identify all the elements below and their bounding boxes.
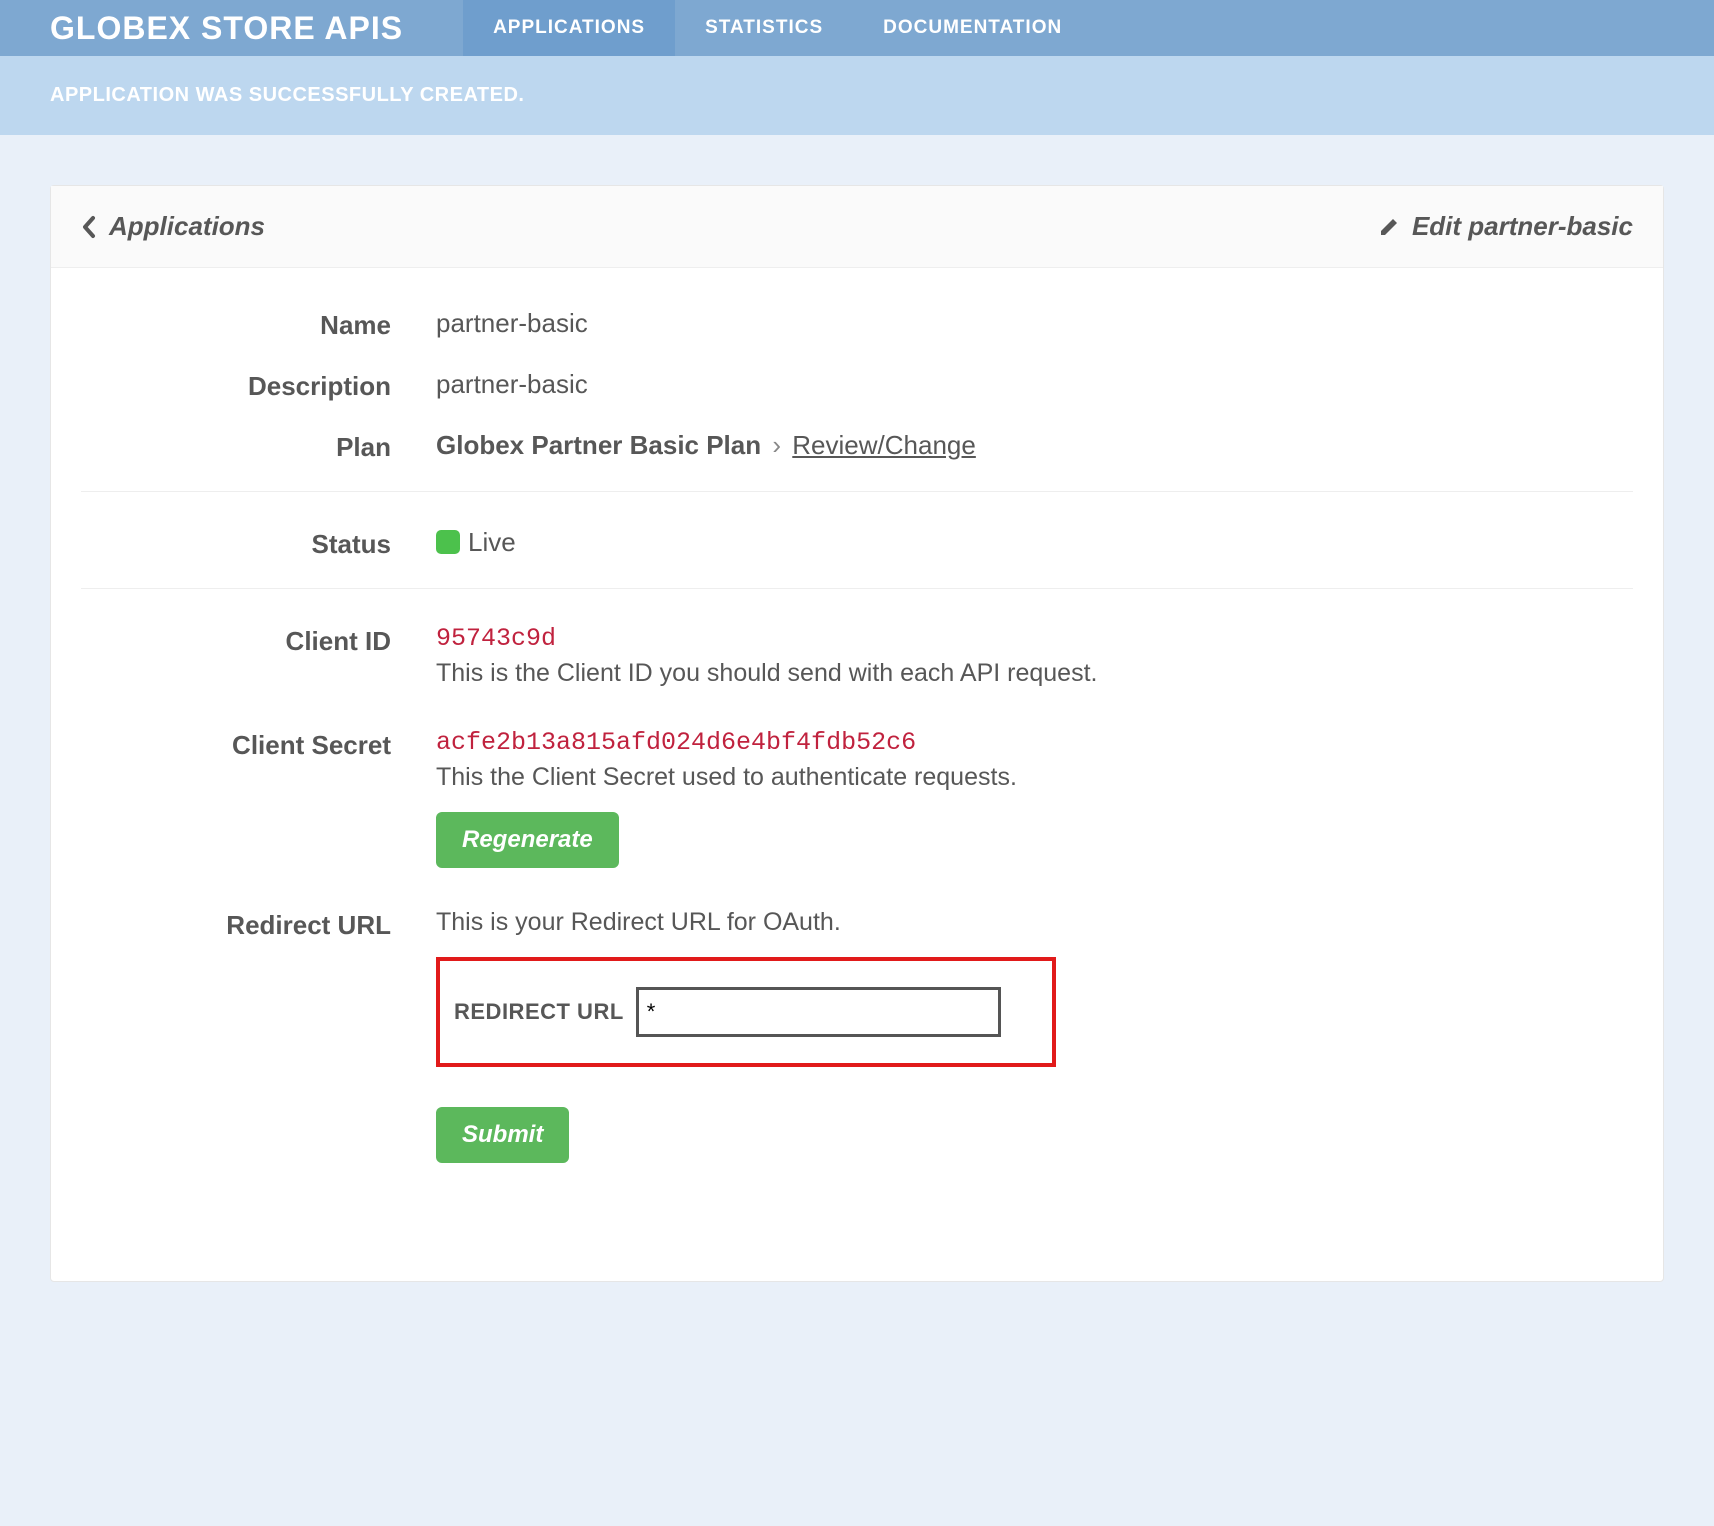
status-indicator-icon [436, 530, 460, 554]
plan-review-change-link[interactable]: Review/Change [792, 430, 976, 460]
pencil-icon [1378, 216, 1400, 238]
plan-label: Plan [81, 430, 436, 463]
plan-value: Globex Partner Basic Plan [436, 430, 761, 460]
back-link-label: Applications [109, 211, 265, 242]
description-label: Description [81, 369, 436, 402]
edit-application-link[interactable]: Edit partner-basic [1378, 211, 1633, 242]
regenerate-button[interactable]: Regenerate [436, 812, 619, 868]
submit-button[interactable]: Submit [436, 1107, 569, 1163]
client-secret-value: acfe2b13a815afd024d6e4bf4fdb52c6 [436, 728, 1633, 757]
redirect-url-input[interactable] [636, 987, 1001, 1037]
application-panel: Applications Edit partner-basic Name par… [50, 185, 1664, 1282]
name-value: partner-basic [436, 308, 1633, 339]
client-id-value: 95743c9d [436, 624, 1633, 653]
redirect-url-highlight: REDIRECT URL [436, 957, 1056, 1067]
status-value: Live [468, 527, 516, 557]
client-secret-hint: This the Client Secret used to authentic… [436, 763, 1633, 792]
client-secret-label: Client Secret [81, 728, 436, 761]
chevron-left-icon [81, 215, 97, 239]
divider [81, 491, 1633, 492]
brand-title: GLOBEX STORE APIS [50, 10, 403, 47]
redirect-url-hint: This is your Redirect URL for OAuth. [436, 908, 1633, 937]
top-nav: GLOBEX STORE APIS APPLICATIONS STATISTIC… [0, 0, 1714, 56]
nav-tabs: APPLICATIONS STATISTICS DOCUMENTATION [463, 0, 1092, 56]
tab-statistics[interactable]: STATISTICS [675, 0, 853, 56]
client-id-hint: This is the Client ID you should send wi… [436, 659, 1633, 688]
redirect-url-input-label: REDIRECT URL [454, 999, 624, 1025]
flash-message: APPLICATION WAS SUCCESSFULLY CREATED. [0, 56, 1714, 135]
divider [81, 588, 1633, 589]
name-label: Name [81, 308, 436, 341]
tab-applications[interactable]: APPLICATIONS [463, 0, 675, 56]
description-value: partner-basic [436, 369, 1633, 400]
status-label: Status [81, 527, 436, 560]
client-id-label: Client ID [81, 624, 436, 657]
redirect-url-label: Redirect URL [81, 908, 436, 941]
plan-separator: › [772, 430, 781, 460]
edit-link-label: Edit partner-basic [1412, 211, 1633, 242]
tab-documentation[interactable]: DOCUMENTATION [853, 0, 1092, 56]
back-to-applications-link[interactable]: Applications [81, 211, 265, 242]
